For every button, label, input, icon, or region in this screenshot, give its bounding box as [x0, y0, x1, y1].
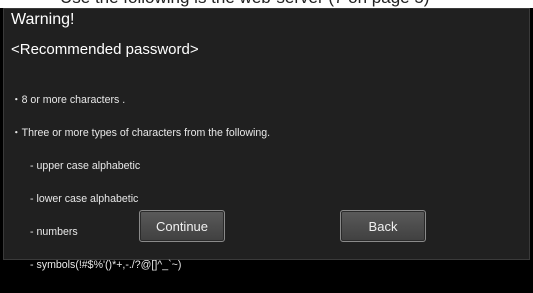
- requirement-subline: - symbols(!#$%'()*+,-./?@[]^_`~): [30, 259, 182, 271]
- dialog-title: Warning!: [11, 11, 75, 28]
- dialog-subtitle: <Recommended password>: [11, 41, 199, 58]
- continue-button[interactable]: Continue: [139, 210, 225, 242]
- top-strip-text: Use the following is the web-server (7 o…: [60, 0, 429, 8]
- requirement-line: ・8 or more characters .: [11, 94, 126, 106]
- requirement-subline: - upper case alphabetic: [30, 160, 141, 172]
- requirement-subline: - lower case alphabetic: [30, 193, 139, 205]
- requirements-list: ・8 or more characters . ・Three or more t…: [11, 73, 270, 293]
- back-button[interactable]: Back: [340, 210, 426, 242]
- top-strip: Use the following is the web-server (7 o…: [0, 0, 533, 8]
- requirement-line: ・Three or more types of characters from …: [11, 127, 271, 139]
- warning-dialog: Warning! <Recommended password> ・8 or mo…: [3, 8, 530, 271]
